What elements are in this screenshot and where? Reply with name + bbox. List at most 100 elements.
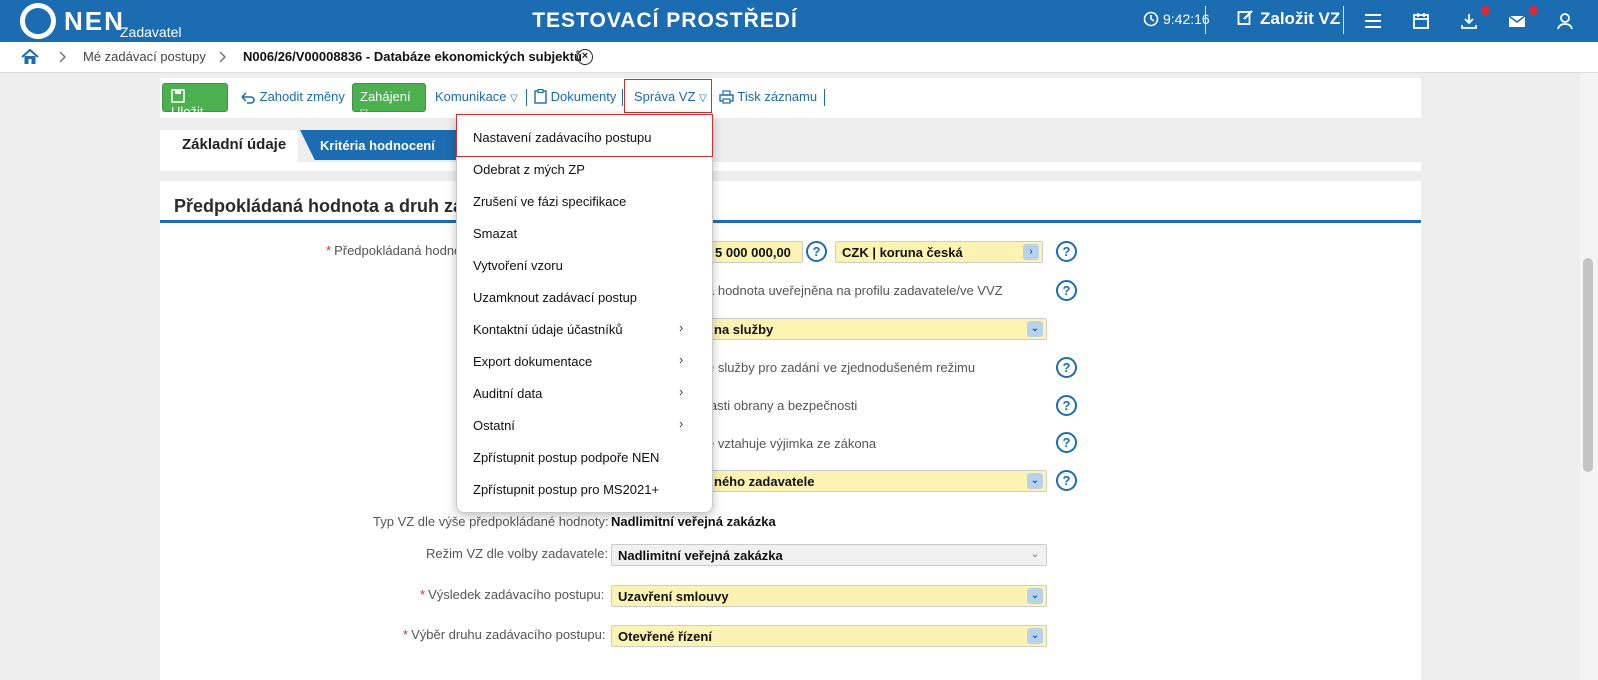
chevron-down-icon: ⌄ <box>1027 588 1043 604</box>
chevron-down-icon: ⌄ <box>1030 549 1040 560</box>
toolbar-divider <box>622 89 623 106</box>
result-value: Uzavření smlouvy <box>618 589 729 604</box>
chevron-down-icon: ⌄ <box>1027 321 1043 337</box>
print-label: Tisk záznamu <box>737 89 818 104</box>
section-title: Předpokládaná hodnota a druh zadá <box>174 196 485 216</box>
help-icon[interactable]: ? <box>1056 432 1077 453</box>
menu-item-cancel-specification[interactable]: Zrušení ve fázi specifikace <box>473 194 626 209</box>
chevron-down-icon: ⌄ <box>1027 473 1043 489</box>
logo-subtitle: Zadavatel <box>120 24 182 40</box>
menu-item-lock-procedure[interactable]: Uzamknout zadávací postup <box>473 290 637 305</box>
procedure-select[interactable]: Otevřené řízení ⌄ <box>611 625 1047 647</box>
chevron-down-icon: ⌄ <box>1027 628 1043 644</box>
currency-select[interactable]: CZK | koruna česká › <box>835 241 1043 263</box>
chevron-right-icon <box>59 51 67 63</box>
triangle-down-icon: ▽ <box>360 108 368 119</box>
save-button[interactable]: Uložit <box>162 83 228 119</box>
scrollbar-thumb[interactable] <box>1583 258 1593 472</box>
mail-icon[interactable] <box>1507 11 1527 31</box>
breadcrumb: Mé zadávací postupy N006/26/V00008836 - … <box>0 42 1598 73</box>
help-icon[interactable]: ? <box>1056 241 1077 262</box>
top-header: NEN Zadavatel TESTOVACÍ PROSTŘEDÍ 9:42:1… <box>0 0 1598 42</box>
header-divider <box>1343 6 1344 34</box>
manage-vz-highlight <box>624 79 712 113</box>
tab-basic-data[interactable]: Základní údaje <box>160 130 298 162</box>
menu-item-audit-data[interactable]: Auditní data <box>473 386 542 401</box>
help-icon[interactable]: ? <box>1056 470 1077 491</box>
create-vz-button[interactable]: Založit VZ <box>1237 9 1340 29</box>
contracting-authority-select[interactable]: ného zadavatele ⌄ <box>707 470 1047 492</box>
start-label: Zahájení <box>360 89 411 104</box>
discard-label: Zahodit změny <box>259 89 345 104</box>
communication-dropdown[interactable]: Komunikace ▽ <box>435 89 518 104</box>
panel-separator <box>160 171 1421 181</box>
chevron-right-icon: › <box>679 416 684 431</box>
calendar-icon[interactable] <box>1411 11 1431 31</box>
menu-item-delete[interactable]: Smazat <box>473 226 517 241</box>
required-marker: * <box>326 243 332 258</box>
download-icon[interactable] <box>1459 11 1479 31</box>
result-label: * Výsledek zadávacího postupu: <box>420 587 604 602</box>
download-notification-dot <box>1481 6 1490 15</box>
documents-button[interactable]: Dokumenty <box>534 88 617 104</box>
required-marker: * <box>403 627 409 642</box>
menu-item-share-nen-support[interactable]: Zpřístupnit postup podpoře NEN <box>473 450 659 465</box>
estimated-value-input[interactable]: 5 000 000,00 <box>711 241 803 263</box>
start-dropdown-button[interactable]: Zahájení ▽ <box>352 83 426 119</box>
help-icon[interactable]: ? <box>806 241 827 262</box>
communication-label: Komunikace <box>435 89 507 104</box>
section-underline <box>160 220 1421 223</box>
currency-value: CZK | koruna česká <box>842 245 963 260</box>
header-divider <box>1205 6 1206 34</box>
type-label: Typ VZ dle výše předpokládané hodnoty: <box>373 514 609 529</box>
home-icon[interactable] <box>21 48 39 66</box>
help-icon[interactable]: ? <box>1056 357 1077 378</box>
procedure-label-text: Výběr druhu zadávacího postupu: <box>411 627 606 642</box>
documents-label: Dokumenty <box>550 89 617 104</box>
legal-exception-text: e vztahuje výjimka ze zákona <box>707 436 877 451</box>
edit-icon <box>1237 10 1253 25</box>
tab-bar: Základní údaje Kritéria hodnocení <box>160 130 1421 162</box>
procedure-label: * Výběr druhu zadávacího postupu: <box>403 627 605 642</box>
estimated-value-label: * Předpokládaná hodno <box>326 243 461 258</box>
required-marker: * <box>420 587 426 602</box>
menu-item-create-template[interactable]: Vytvoření vzoru <box>473 258 563 273</box>
clock-icon <box>1143 11 1159 27</box>
toolbar-divider <box>824 89 825 106</box>
chevron-right-icon: › <box>679 320 684 335</box>
toolbar-divider <box>526 89 527 106</box>
menu-item-other[interactable]: Ostatní <box>473 418 515 433</box>
create-vz-label: Založit VZ <box>1260 9 1341 28</box>
nen-logo[interactable] <box>20 3 56 39</box>
discard-changes-button[interactable]: Zahodit změny <box>240 89 345 104</box>
contracting-authority-value: ného zadavatele <box>714 474 815 489</box>
menu-item-remove-from-my[interactable]: Odebrat z mých ZP <box>473 162 585 177</box>
breadcrumb-my-procedures[interactable]: Mé zadávací postupy <box>83 49 206 64</box>
environment-title: TESTOVACÍ PROSTŘEDÍ <box>532 9 798 32</box>
help-icon[interactable]: ? <box>1056 280 1077 301</box>
chevron-right-icon: › <box>1023 244 1039 260</box>
contract-kind-select[interactable]: na služby ⌄ <box>707 318 1047 340</box>
mode-select[interactable]: Nadlimitní veřejná zakázka ⌄ <box>611 544 1047 566</box>
simplified-regime-text: é služby pro zadání ve zjednodušeném rež… <box>707 360 976 375</box>
toolbar: Uložit Zahodit změny Zahájení ▽ Komunika… <box>160 78 1421 119</box>
menu-item-share-ms2021[interactable]: Zpřístupnit postup pro MS2021+ <box>473 482 659 497</box>
triangle-down-icon: ▽ <box>510 93 518 104</box>
procedure-value: Otevřené řízení <box>618 629 712 644</box>
clock-value: 9:42:16 <box>1163 11 1210 27</box>
print-record-button[interactable]: Tisk záznamu <box>719 89 817 104</box>
menu-item-procedure-settings[interactable]: Nastavení zadávacího postupu <box>473 130 652 145</box>
save-label: Uložit <box>171 104 204 119</box>
published-value-text: á hodnota uveřejněna na profilu zadavate… <box>707 283 1003 298</box>
chevron-right-icon: › <box>679 352 684 367</box>
user-icon[interactable] <box>1555 11 1575 31</box>
menu-item-participant-contacts[interactable]: Kontaktní údaje účastníků <box>473 322 623 337</box>
chevron-right-icon: › <box>679 384 684 399</box>
menu-icon[interactable] <box>1363 11 1383 31</box>
type-value: Nadlimitní veřejná zakázka <box>611 514 776 529</box>
help-icon[interactable]: ? <box>1056 395 1077 416</box>
menu-item-export-documentation[interactable]: Export dokumentace <box>473 354 592 369</box>
close-icon[interactable]: × <box>577 49 593 65</box>
manage-vz-menu: Nastavení zadávacího postupu Odebrat z m… <box>456 114 713 513</box>
result-select[interactable]: Uzavření smlouvy ⌄ <box>611 585 1047 607</box>
